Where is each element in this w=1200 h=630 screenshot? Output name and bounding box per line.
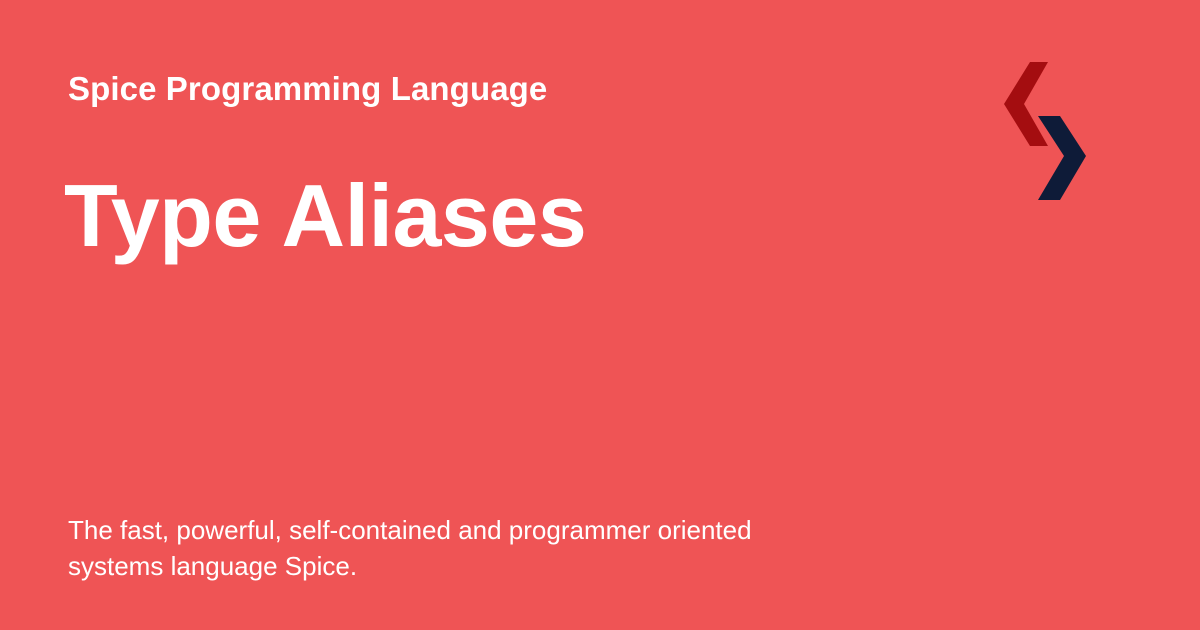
social-card: Spice Programming Language Type Aliases …: [0, 0, 1200, 630]
description-line-2: systems language Spice.: [68, 551, 358, 581]
description-line-1: The fast, powerful, self-contained and p…: [68, 515, 752, 545]
spice-logo-icon: [1004, 62, 1086, 200]
logo-red-chevron: [1004, 62, 1048, 146]
page-title: Type Aliases: [64, 166, 587, 265]
site-name: Spice Programming Language: [68, 70, 548, 107]
site-description: The fast, powerful, self-contained and p…: [68, 512, 868, 584]
logo-navy-chevron: [1038, 116, 1086, 200]
